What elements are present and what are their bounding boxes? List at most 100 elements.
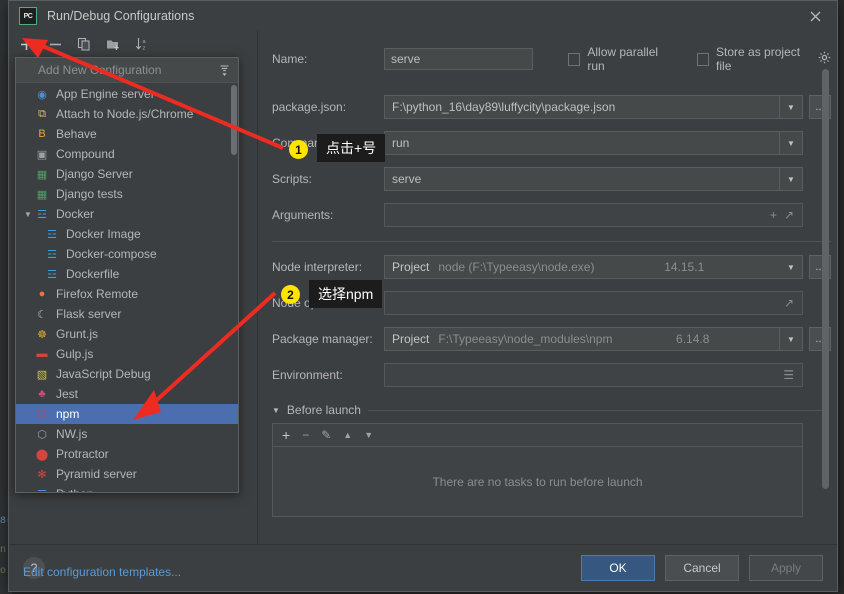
configuration-type-item[interactable]: ☾ Flask server [16, 304, 238, 324]
configuration-type-label: Grunt.js [56, 327, 99, 341]
pycharm-icon: PC [19, 7, 37, 25]
scripts-value: serve [392, 172, 422, 186]
chevron-down-icon[interactable]: ▼ [779, 328, 802, 350]
configuration-type-icon: ☲ [47, 228, 57, 241]
allow-parallel-run-checkbox[interactable] [568, 52, 581, 66]
before-launch-header[interactable]: ▼ Before launch [272, 403, 831, 417]
minus-icon [49, 43, 61, 45]
arguments-input[interactable]: + ↗ [384, 203, 803, 227]
remove-task-button[interactable]: − [302, 428, 309, 442]
node-interpreter-tag: Project [392, 260, 430, 274]
node-options-input[interactable]: ↗ [384, 291, 803, 315]
package-json-label: package.json: [272, 100, 347, 114]
configuration-type-item[interactable]: ⧉ Attach to Node.js/Chrome [16, 104, 238, 124]
environment-row: Environment: ☰ [272, 363, 831, 387]
before-launch-title: Before launch [286, 403, 361, 417]
remove-configuration-button[interactable] [46, 35, 64, 53]
add-configuration-button[interactable] [17, 35, 35, 53]
configuration-type-icon: ☲ [34, 486, 50, 493]
svg-text:z: z [142, 46, 145, 51]
configuration-type-icon: ☸ [37, 328, 47, 341]
form-scrollbar[interactable] [822, 69, 829, 489]
configuration-type-item[interactable]: □ npm [16, 404, 238, 424]
cancel-button[interactable]: Cancel [665, 555, 739, 581]
node-interpreter-label: Node interpreter: [272, 260, 363, 274]
before-launch-rule [367, 409, 823, 411]
before-launch-toolbar: + − ✎ ▲ ▼ [273, 424, 802, 447]
configuration-type-item[interactable]: ▦ Django tests [16, 184, 238, 204]
before-launch-panel: + − ✎ ▲ ▼ There are no tasks to run befo… [272, 423, 803, 517]
command-row: Command: run ▼ [272, 131, 831, 155]
command-combo[interactable]: run ▼ [384, 131, 803, 155]
configuration-type-item[interactable]: ▣ Compound [16, 144, 238, 164]
configuration-type-item[interactable]: ☲ Docker-compose [16, 244, 238, 264]
gear-icon[interactable] [818, 51, 831, 67]
configuration-type-item[interactable]: ▧ JavaScript Debug [16, 364, 238, 384]
close-icon[interactable] [793, 1, 837, 31]
form-divider [272, 241, 831, 242]
edit-configuration-templates-link[interactable]: Edit configuration templates... [23, 565, 181, 579]
configuration-type-list[interactable]: ◉ App Engine server ⧉ Attach to Node.js/Chr… [16, 83, 238, 492]
edit-task-button[interactable]: ✎ [321, 428, 331, 442]
package-json-combo[interactable]: F:\python_16\day89\luffycity\package.jso… [384, 95, 803, 119]
node-interpreter-value: node (F:\Typeeasy\node.exe) [438, 260, 595, 274]
configuration-type-icon: ● [38, 288, 46, 300]
configuration-type-item[interactable]: ✻ Pyramid server [16, 464, 238, 484]
package-manager-tag: Project [392, 332, 430, 346]
configuration-type-label: Compound [56, 147, 115, 161]
configuration-type-item[interactable]: ☲ Docker Image [16, 224, 238, 244]
ok-button[interactable]: OK [581, 555, 655, 581]
chevron-down-icon[interactable]: ▼ [272, 406, 280, 415]
configuration-type-item[interactable]: ▼ ☲ Docker [16, 204, 238, 224]
package-manager-combo[interactable]: Project F:\Typeeasy\node_modules\npm 6.1… [384, 327, 803, 351]
chevron-down-icon[interactable]: ▼ [780, 256, 802, 278]
chevron-down-icon[interactable]: ▼ [779, 96, 802, 118]
store-as-project-file-label[interactable]: Store as project file [716, 45, 812, 73]
configurations-pane: a z Add New Configuration ◉ App Engine s… [9, 31, 258, 579]
node-interpreter-combo[interactable]: Project node (F:\Typeeasy\node.exe) 14.1… [384, 255, 803, 279]
svg-text:a: a [142, 39, 145, 45]
configuration-type-item[interactable]: ◉ App Engine server [16, 84, 238, 104]
configuration-type-icon: ▣ [36, 148, 48, 161]
allow-parallel-run-label[interactable]: Allow parallel run [587, 45, 672, 73]
expand-icon[interactable]: ↗ [784, 208, 794, 222]
scripts-combo[interactable]: serve ▼ [384, 167, 803, 191]
copy-configuration-button[interactable] [75, 35, 93, 53]
node-interpreter-row: Node interpreter: Project node (F:\Typee… [272, 255, 831, 279]
configuration-type-item[interactable]: ⬤ Protractor [16, 444, 238, 464]
store-as-project-file-checkbox[interactable] [696, 52, 710, 66]
configuration-type-label: Firefox Remote [56, 287, 139, 301]
move-down-task-button[interactable]: ▼ [364, 430, 373, 440]
environment-input[interactable]: ☰ [384, 363, 803, 387]
configuration-type-item[interactable]: ☸ Grunt.js [16, 324, 238, 344]
plus-icon[interactable]: + [770, 208, 777, 222]
move-up-task-button[interactable]: ▲ [343, 430, 352, 440]
configuration-type-item[interactable]: B Behave [16, 124, 238, 144]
chevron-down-icon[interactable]: ▼ [779, 132, 802, 154]
save-configuration-button[interactable] [104, 35, 122, 53]
configuration-type-item[interactable]: ⬡ NW.js [16, 424, 238, 444]
command-label: Command: [272, 136, 331, 150]
filter-icon[interactable] [216, 62, 232, 78]
node-options-label: Node options: [272, 296, 347, 310]
popup-header: Add New Configuration [16, 58, 238, 83]
environment-label: Environment: [272, 368, 343, 382]
arguments-label: Arguments: [272, 208, 334, 222]
list-icon[interactable]: ☰ [783, 368, 794, 382]
configuration-type-item[interactable]: ▦ Django Server [16, 164, 238, 184]
add-task-button[interactable]: + [282, 427, 290, 443]
popup-scrollbar[interactable] [231, 85, 237, 155]
chevron-down-icon[interactable]: ▼ [22, 210, 34, 219]
configuration-type-item[interactable]: ● Firefox Remote [16, 284, 238, 304]
configuration-type-icon: ▦ [36, 168, 48, 181]
scripts-label: Scripts: [272, 172, 313, 186]
configuration-type-item[interactable]: ☲ Python [16, 484, 238, 492]
sort-configurations-button[interactable]: a z [133, 35, 151, 53]
configuration-type-item[interactable]: ☲ Dockerfile [16, 264, 238, 284]
name-input[interactable]: serve [384, 48, 533, 70]
configuration-type-item[interactable]: ▬ Gulp.js [16, 344, 238, 364]
chevron-down-icon[interactable]: ▼ [779, 168, 802, 190]
configuration-type-label: Attach to Node.js/Chrome [56, 107, 194, 121]
configuration-type-item[interactable]: ♣ Jest [16, 384, 238, 404]
expand-icon[interactable]: ↗ [784, 296, 794, 310]
